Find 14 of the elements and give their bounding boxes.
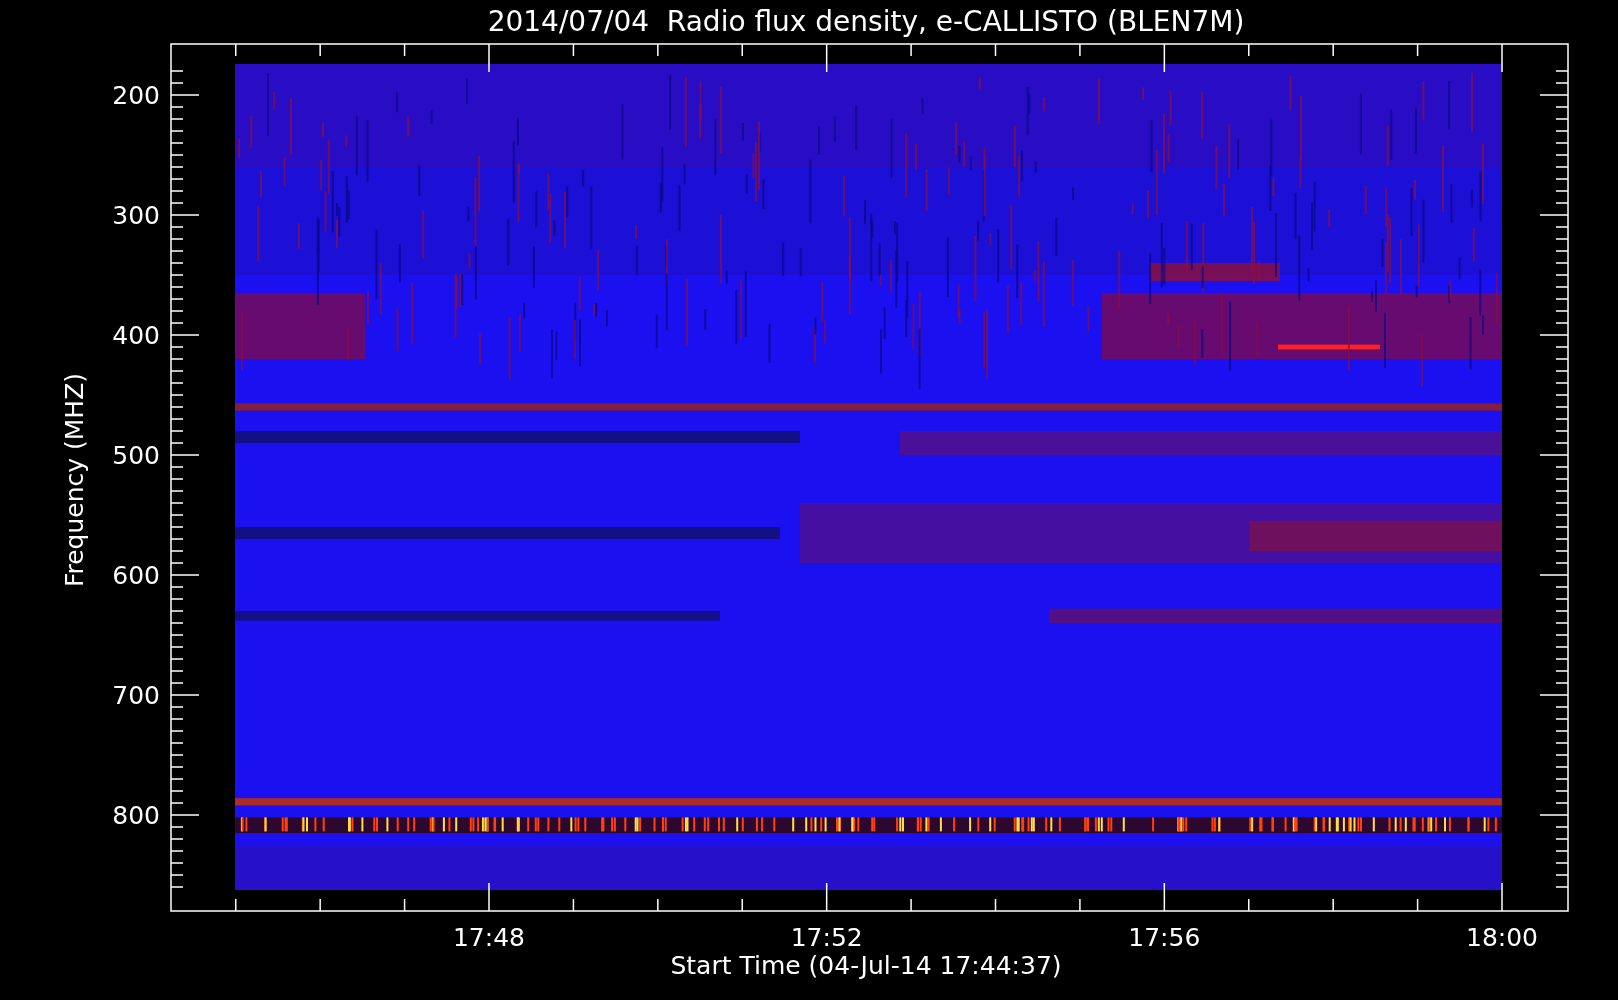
x-tick-label: 17:52 — [790, 923, 863, 952]
x-tick-label: 17:48 — [453, 923, 525, 952]
y-tick-label: 400 — [112, 321, 160, 350]
chart-title: 2014/07/04 Radio flux density, e-CALLISTO (BLEN7M) — [487, 5, 1245, 38]
y-tick-label: 700 — [112, 681, 160, 710]
y-tick-label: 300 — [112, 201, 160, 230]
y-tick-label: 200 — [112, 81, 160, 110]
x-tick-label: 18:00 — [1466, 923, 1539, 952]
x-axis-label: Start Time (04-Jul-14 17:44:37) — [670, 951, 1062, 980]
y-tick-label: 800 — [112, 801, 160, 830]
y-tick-label: 500 — [112, 441, 160, 470]
x-tick-label: 17:56 — [1128, 923, 1201, 952]
y-tick-label: 600 — [112, 561, 160, 590]
y-axis-label: Frequency (MHZ) — [60, 372, 89, 588]
